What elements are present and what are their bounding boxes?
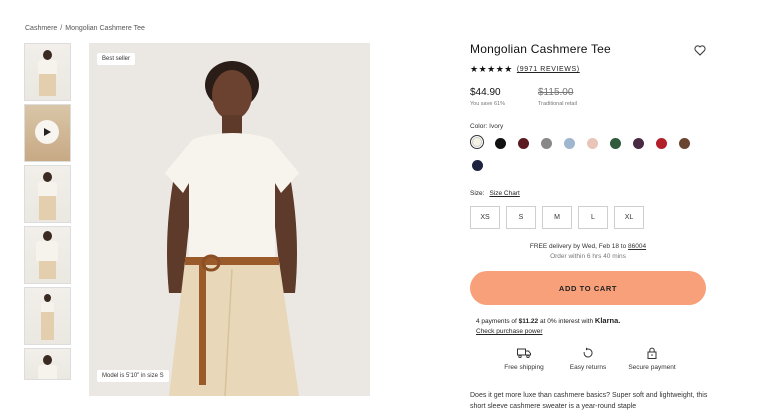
swatch-blush[interactable] [587,138,598,149]
truck-icon [492,346,556,360]
perk-label: Easy returns [569,364,607,371]
swatch-black[interactable] [495,138,506,149]
klarna-suffix: at 0% interest with [539,318,594,325]
perks: Free shipping Easy returns Secure paymen… [492,346,684,371]
check-purchase-power-link[interactable]: Check purchase power [476,327,620,337]
swatch-navy[interactable] [472,160,483,171]
compare-label: Traditional retail [538,101,577,107]
size-label-text: Size: [470,190,485,197]
klarna-prefix: 4 payments of [476,318,517,325]
delivery-text: FREE delivery by Wed, Feb 18 to [529,243,627,250]
breadcrumb-parent-link[interactable]: Cashmere [25,25,57,32]
breadcrumb-separator: / [60,25,63,32]
thumbnail-1[interactable] [24,43,71,101]
breadcrumb-current: Mongolian Cashmere Tee [65,25,145,32]
swatch-brown[interactable] [679,138,690,149]
perk-secure-payment: Secure payment [620,346,684,371]
klarna-info: 4 payments of $11.22 at 0% interest with… [476,316,620,337]
swatch-burgundy[interactable] [518,138,529,149]
reviews-link[interactable]: (9971 REVIEWS) [517,66,580,73]
size-m-button[interactable]: M [542,206,572,229]
thumbnail-4[interactable] [24,226,71,284]
product-title: Mongolian Cashmere Tee [470,42,611,56]
product-description: Does it get more luxe than cashmere basi… [470,392,708,410]
size-xs-button[interactable]: XS [470,206,500,229]
delivery-info: FREE delivery by Wed, Feb 18 to 86004 Or… [470,242,706,262]
size-chart-link[interactable]: Size Chart [489,190,519,197]
breadcrumb: Cashmere / Mongolian Cashmere Tee [25,25,145,32]
price: $44.90 [470,87,501,98]
thumbnail-strip [24,43,71,383]
swatch-light-blue[interactable] [564,138,575,149]
star-rating-icon: ★★★★★ [470,64,513,74]
size-l-button[interactable]: L [578,206,608,229]
thumbnail-5[interactable] [24,287,71,345]
color-label: Color: Ivory [470,123,504,130]
best-seller-badge: Best seller [97,53,136,65]
play-icon[interactable] [35,120,59,144]
zip-code-link[interactable]: 86004 [628,243,646,250]
klarna-logo: Klarna. [594,316,621,325]
swatch-plum[interactable] [633,138,644,149]
perk-label: Free shipping [504,364,544,371]
swatch-green[interactable] [610,138,621,149]
model-size-badge: Model is 5'10" in size S [97,370,169,382]
thumbnail-video[interactable] [24,104,71,162]
heart-icon[interactable] [694,43,706,61]
main-product-image[interactable]: Best seller Model is 5'10" in size S [89,43,370,396]
perk-label: Secure payment [628,364,676,371]
return-icon [556,346,620,360]
size-options: XS S M L XL [470,206,644,229]
thumbnail-6[interactable] [24,348,71,380]
perk-easy-returns: Easy returns [556,346,620,371]
size-label: Size: Size Chart [470,190,520,197]
add-to-cart-button[interactable]: ADD TO CART [470,271,706,305]
klarna-amount: $11.22 [518,318,539,325]
swatch-grey[interactable] [541,138,552,149]
savings-text: You save 61% [470,101,505,107]
lock-icon [620,346,684,360]
model-illustration [89,43,370,396]
perk-free-shipping: Free shipping [492,346,556,371]
compare-price: $115.00 [538,87,574,98]
rating: ★★★★★ (9971 REVIEWS) [470,64,580,75]
size-xl-button[interactable]: XL [614,206,644,229]
order-within-text: Order within 6 hrs 40 mins [550,253,626,260]
size-s-button[interactable]: S [506,206,536,229]
swatch-ivory[interactable] [470,135,484,149]
thumbnail-3[interactable] [24,165,71,223]
swatch-red[interactable] [656,138,667,149]
